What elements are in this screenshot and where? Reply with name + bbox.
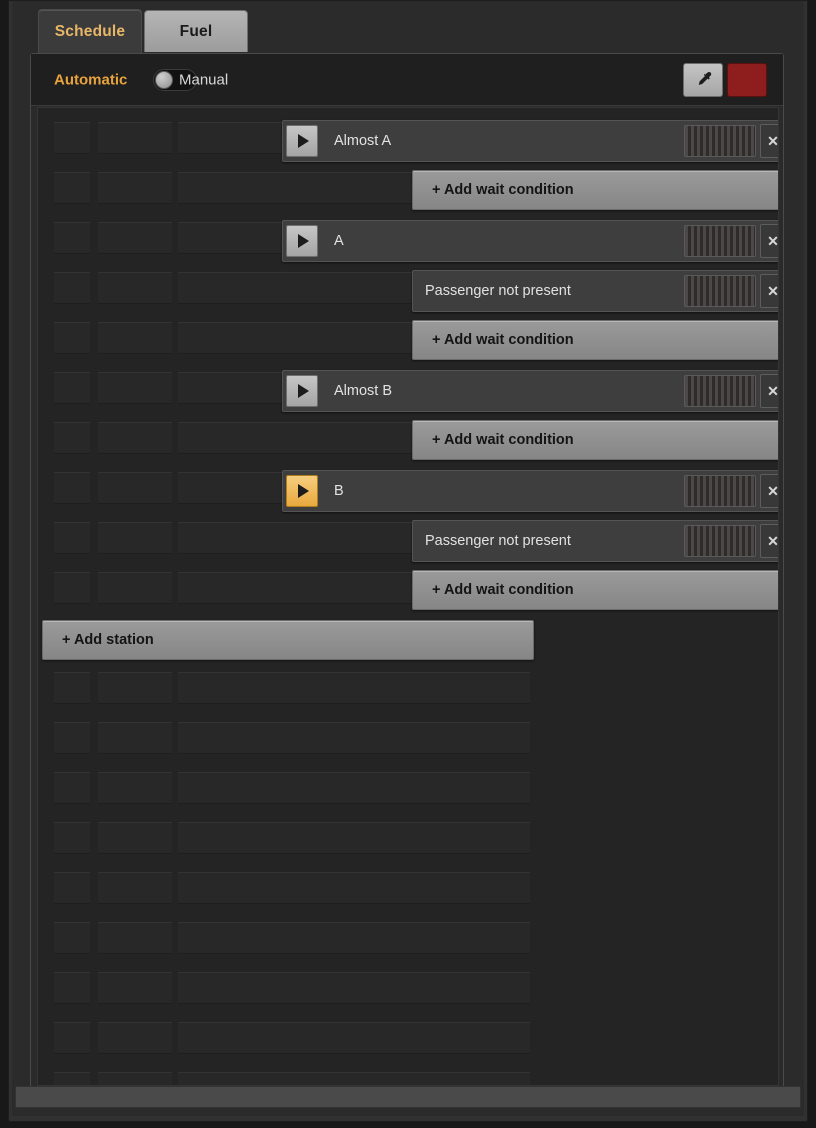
play-icon[interactable] (286, 375, 318, 407)
station-name: A (334, 233, 344, 249)
wait-condition-label: Passenger not present (425, 533, 571, 549)
add-wait-condition-button[interactable]: + Add wait condition (412, 320, 778, 360)
add-station-label: + Add station (62, 632, 154, 648)
train-color-swatch[interactable] (727, 63, 767, 97)
drag-handle-icon[interactable] (684, 225, 756, 257)
play-triangle (298, 134, 309, 148)
schedule-scroll-area[interactable]: Almost A ✕ + Add wait condition A ✕ Passenger… (37, 107, 779, 1086)
close-icon[interactable]: ✕ (760, 274, 778, 308)
wait-condition-row[interactable]: Passenger not present ✕ (412, 520, 778, 562)
station-name: Almost B (334, 383, 393, 399)
tab-schedule-label: Schedule (54, 22, 126, 40)
close-icon[interactable]: ✕ (760, 124, 778, 158)
play-icon[interactable] (286, 225, 318, 257)
close-icon[interactable]: ✕ (760, 524, 778, 558)
schedule-panel: Automatic Manual Almost A ✕ + Add wait con… (30, 53, 784, 1093)
play-triangle (298, 384, 309, 398)
color-picker-button[interactable] (683, 63, 723, 97)
drag-handle-icon[interactable] (684, 375, 756, 407)
add-wait-condition-label: + Add wait condition (432, 432, 574, 448)
play-triangle (298, 234, 309, 248)
tab-schedule[interactable]: Schedule (38, 9, 142, 53)
close-icon[interactable]: ✕ (760, 374, 778, 408)
add-wait-condition-label: + Add wait condition (432, 182, 574, 198)
toggle-knob (155, 70, 173, 89)
automatic-mode-label: Automatic (54, 71, 128, 88)
tab-fuel-label: Fuel (179, 22, 213, 40)
play-icon[interactable] (286, 475, 318, 507)
eyedropper-icon (698, 71, 712, 85)
play-triangle (298, 484, 309, 498)
play-icon[interactable] (286, 125, 318, 157)
schedule-header: Automatic Manual (31, 54, 783, 106)
station-row[interactable]: Almost A ✕ (282, 120, 778, 162)
add-wait-condition-label: + Add wait condition (432, 332, 574, 348)
window-inner: Schedule Fuel Automatic Manual Almost A … (12, 1, 804, 1116)
add-wait-condition-button[interactable]: + Add wait condition (412, 420, 778, 460)
station-name: Almost A (334, 133, 392, 149)
add-wait-condition-button[interactable]: + Add wait condition (412, 170, 778, 210)
tab-fuel[interactable]: Fuel (144, 10, 248, 52)
add-wait-condition-button[interactable]: + Add wait condition (412, 570, 778, 610)
window-resize-bar[interactable] (15, 1086, 801, 1108)
add-wait-condition-label: + Add wait condition (432, 582, 574, 598)
station-row[interactable]: Almost B ✕ (282, 370, 778, 412)
tab-strip: Schedule Fuel (12, 1, 798, 53)
add-station-button[interactable]: + Add station (42, 620, 534, 660)
close-icon[interactable]: ✕ (760, 224, 778, 258)
close-icon[interactable]: ✕ (760, 474, 778, 508)
schedule-entry-list: Almost A ✕ + Add wait condition A ✕ Passenger… (38, 108, 778, 1085)
wait-condition-label: Passenger not present (425, 283, 571, 299)
station-row[interactable]: A ✕ (282, 220, 778, 262)
drag-handle-icon[interactable] (684, 475, 756, 507)
wait-condition-row[interactable]: Passenger not present ✕ (412, 270, 778, 312)
drag-handle-icon[interactable] (684, 275, 756, 307)
drag-handle-icon[interactable] (684, 525, 756, 557)
manual-mode-label: Manual (179, 71, 229, 88)
train-schedule-window: Schedule Fuel Automatic Manual Almost A … (8, 0, 808, 1122)
station-row[interactable]: B ✕ (282, 470, 778, 512)
station-name: B (334, 483, 344, 499)
drag-handle-icon[interactable] (684, 125, 756, 157)
